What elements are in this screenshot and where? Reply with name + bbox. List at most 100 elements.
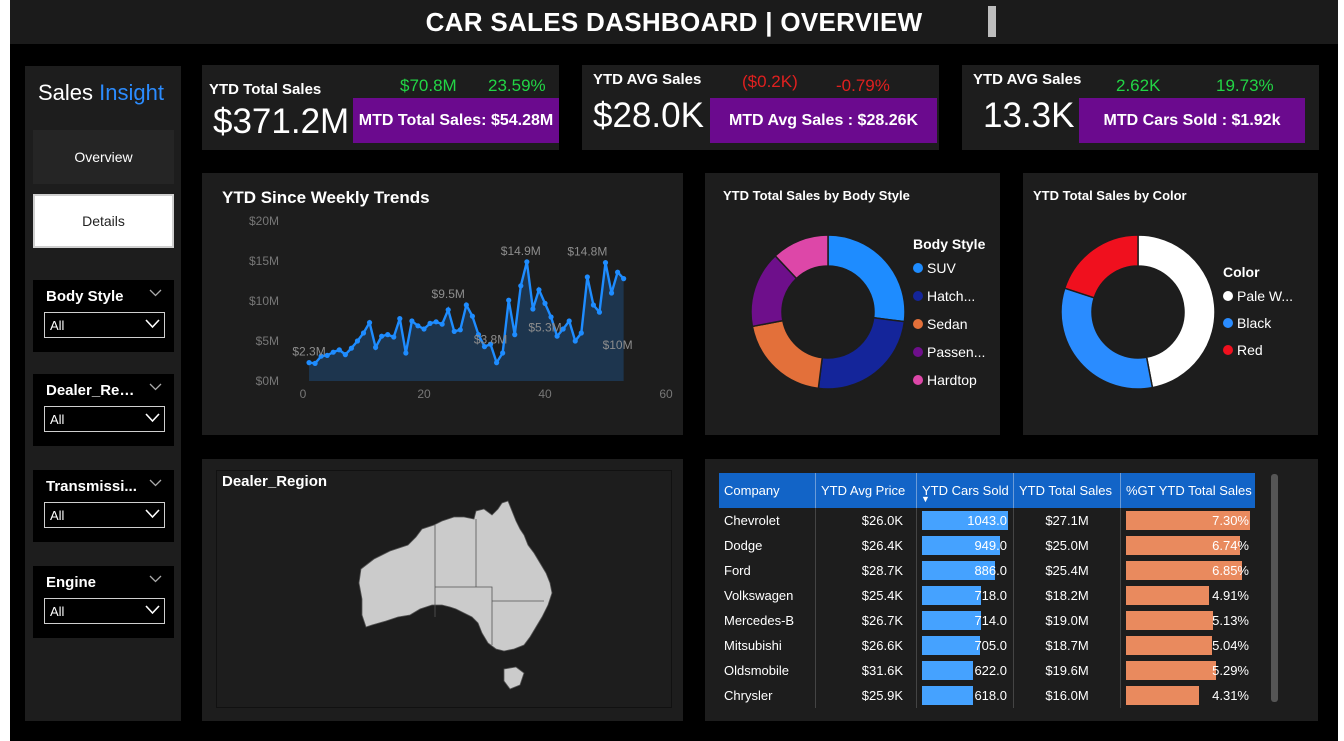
color-visual: YTD Total Sales by Color Color Pale W...… (1023, 173, 1318, 435)
company-cell: Dodge (719, 533, 816, 558)
table-row[interactable]: Chevrolet $26.0K 1043.0 $27.1M 7.30% (719, 508, 1255, 533)
dropdown-value: All (50, 412, 65, 427)
cars-sold-value: 705.0 (974, 638, 1007, 653)
details-button[interactable]: Details (33, 194, 174, 248)
company-cell: Oldsmobile (719, 658, 816, 683)
table-row[interactable]: Dodge $26.4K 949.0 $25.0M 6.74% (719, 533, 1255, 558)
title-bar: CAR SALES DASHBOARD | OVERVIEW (10, 0, 1338, 44)
chevron-down-icon[interactable] (149, 380, 162, 394)
engine-dropdown[interactable]: All (44, 598, 165, 624)
legend-label: Pale W... (1237, 288, 1294, 304)
legend-item[interactable]: Red (1223, 342, 1263, 358)
legend-item[interactable]: Passen... (913, 344, 985, 360)
chevron-down-icon[interactable] (149, 476, 162, 490)
donut-slice[interactable] (827, 234, 906, 323)
x-tick-label: 40 (538, 387, 552, 401)
legend-item[interactable]: SUV (913, 260, 956, 276)
trend-point (421, 326, 427, 332)
table-body: Chevrolet $26.0K 1043.0 $27.1M 7.30% Dodge $26… (719, 508, 1255, 708)
legend-dot (913, 291, 923, 301)
mtd-badge: MTD Cars Sold : $1.92k (1079, 98, 1305, 143)
kpi-value: $28.0K (593, 96, 704, 135)
trend-point (379, 333, 385, 339)
company-table-visual: Company YTD Avg Price YTD Cars Sold ▼ YT… (705, 459, 1318, 721)
overview-button[interactable]: Overview (33, 130, 174, 184)
pct-total-bar (1126, 586, 1209, 605)
company-cell: Mitsubishi (719, 633, 816, 658)
data-label: $10M (603, 338, 633, 352)
col-header-company[interactable]: Company (719, 473, 816, 508)
table-row[interactable]: Mitsubishi $26.6K 705.0 $18.7M 5.04% (719, 633, 1255, 658)
dealer-region-dropdown[interactable]: All (44, 406, 165, 432)
table-row[interactable]: Oldsmobile $31.6K 622.0 $19.6M 5.29% (719, 658, 1255, 683)
cars-sold-value: 718.0 (974, 588, 1007, 603)
col-header-pct-total[interactable]: %GT YTD Total Sales (1121, 473, 1255, 508)
pct-total-cell: 5.13% (1121, 608, 1255, 633)
legend-label: Hardtop (927, 372, 977, 388)
legend-item[interactable]: Hardtop (913, 372, 977, 388)
trend-point (397, 316, 403, 322)
trend-point (385, 332, 391, 338)
legend-item[interactable]: Black (1223, 315, 1271, 331)
mtd-badge-text: MTD Cars Sold : $1.92k (1103, 111, 1281, 129)
donut-slice[interactable] (1137, 234, 1216, 389)
trend-point (566, 318, 572, 324)
trend-point (366, 320, 373, 326)
x-tick-label: 0 (300, 387, 307, 401)
cars-sold-bar (922, 636, 980, 655)
total-sales-cell: $16.0M (1014, 683, 1121, 708)
company-cell: Chevrolet (719, 508, 816, 533)
dealer-region-visual: Dealer_Region (202, 459, 683, 721)
slicer-label: Engine (46, 574, 97, 591)
legend-dot (913, 375, 923, 385)
body-style-dropdown[interactable]: All (44, 312, 165, 338)
kpi-label: YTD AVG Sales (973, 71, 1082, 88)
kpi-value: $371.2M (213, 102, 350, 141)
kpi-card-ytd-total-sales: YTD Total Sales $371.2M $70.8M 23.59% MT… (202, 65, 559, 150)
transmission-dropdown[interactable]: All (44, 502, 165, 528)
mtd-badge: MTD Total Sales: $54.28M (353, 98, 559, 143)
legend-label: Red (1237, 342, 1263, 358)
trend-point (596, 309, 603, 315)
col-header-cars-sold[interactable]: YTD Cars Sold ▼ (917, 473, 1014, 508)
company-cell: Volkswagen (719, 583, 816, 608)
total-sales-cell: $18.7M (1014, 633, 1121, 658)
legend-item[interactable]: Sedan (913, 316, 967, 332)
cars-sold-bar (922, 586, 981, 605)
cars-sold-cell: 949.0 (917, 533, 1014, 558)
slicer-label: Dealer_Reg... (46, 382, 141, 399)
legend-item[interactable]: Hatch... (913, 288, 975, 304)
cars-sold-value: 1043.0 (967, 513, 1007, 528)
table-scrollbar[interactable] (1271, 474, 1278, 702)
trend-point (360, 330, 367, 336)
avg-price-cell: $25.4K (816, 583, 917, 608)
col-header-total-sales[interactable]: YTD Total Sales (1014, 473, 1121, 508)
trend-point (336, 347, 342, 353)
data-label: $14.9M (501, 244, 541, 258)
australia-outline (358, 500, 553, 652)
donut-slice[interactable] (1063, 234, 1139, 299)
pct-total-bar (1126, 611, 1213, 630)
legend-item[interactable]: Pale W... (1223, 288, 1293, 304)
donut-slice[interactable] (751, 319, 824, 390)
kpi-card-ytd-cars-sold: YTD AVG Sales 13.3K 2.62K 19.73% MTD Car… (962, 65, 1319, 150)
avg-price-cell: $26.0K (816, 508, 917, 533)
y-tick-label: $20M (249, 214, 279, 228)
table-row[interactable]: Chrysler $25.9K 618.0 $16.0M 4.31% (719, 683, 1255, 708)
kpi-label: YTD AVG Sales (593, 71, 702, 88)
donut-slice[interactable] (1060, 287, 1154, 390)
donut-slice[interactable] (817, 316, 906, 390)
table-row[interactable]: Mercedes-B $26.7K 714.0 $19.0M 5.13% (719, 608, 1255, 633)
total-sales-cell: $25.0M (1014, 533, 1121, 558)
table-row[interactable]: Volkswagen $25.4K 718.0 $18.2M 4.91% (719, 583, 1255, 608)
pct-total-value: 4.31% (1212, 688, 1249, 703)
table-row[interactable]: Ford $28.7K 886.0 $25.4M 6.85% (719, 558, 1255, 583)
chevron-down-icon[interactable] (149, 572, 162, 586)
col-header-avg-price[interactable]: YTD Avg Price (816, 473, 917, 508)
data-label: $14.8M (567, 245, 607, 259)
legend-label: Sedan (927, 316, 968, 332)
australia-map[interactable] (202, 459, 683, 721)
chevron-down-icon[interactable] (149, 286, 162, 300)
pct-total-value: 4.91% (1212, 588, 1249, 603)
trend-point (494, 360, 500, 366)
